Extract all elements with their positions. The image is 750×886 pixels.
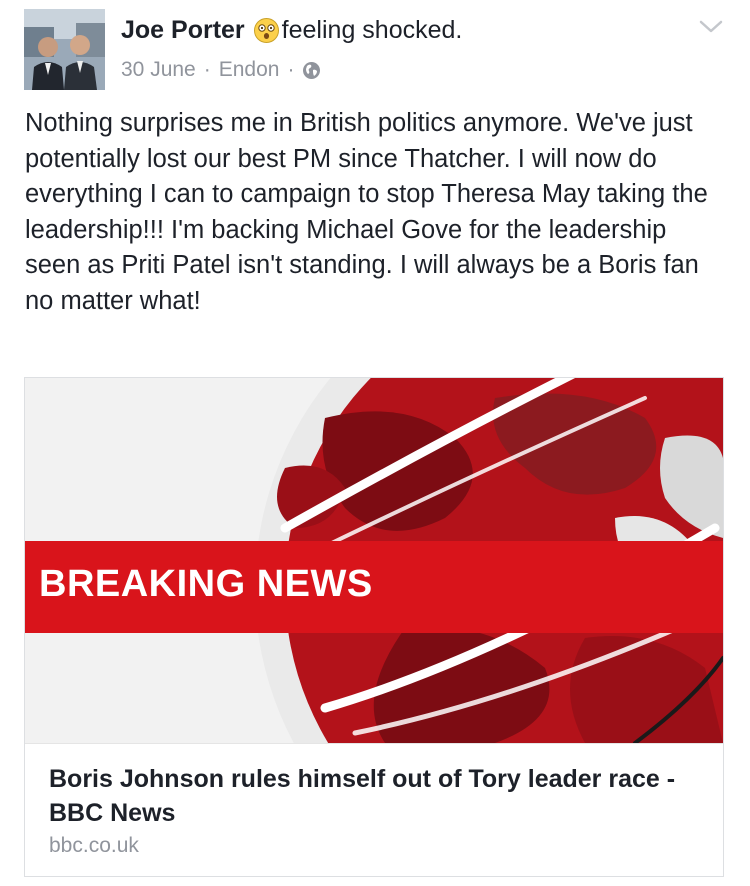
meta-separator: · [287,58,295,81]
link-preview-image[interactable]: BREAKING NEWS [25,378,723,743]
link-headline[interactable]: Boris Johnson rules himself out of Tory … [49,762,699,830]
post-meta: 30 June · Endon · [121,56,321,84]
link-preview-card[interactable]: BREAKING NEWS Boris Johnson rules himsel… [24,377,724,877]
avatar-photo [24,9,105,90]
facebook-post: Joe Porter feeling shocked. 30 June · En… [0,0,750,886]
post-location[interactable]: Endon [219,58,280,82]
meta-separator: · [203,58,211,81]
link-preview-footer[interactable]: Boris Johnson rules himself out of Tory … [25,743,723,876]
breaking-news-label: BREAKING NEWS [39,563,373,605]
post-body-text: Nothing surprises me in British politics… [25,109,708,315]
post-date[interactable]: 30 June [121,58,196,82]
author-avatar[interactable] [24,9,105,90]
breaking-news-banner: BREAKING NEWS [25,541,723,633]
chevron-down-icon[interactable] [698,18,724,36]
link-domain: bbc.co.uk [49,834,139,857]
post-header: Joe Porter feeling shocked. [121,13,462,47]
globe-icon[interactable] [302,61,321,80]
feeling-status[interactable]: feeling shocked. [282,16,463,45]
shocked-face-icon [253,17,280,44]
author-name[interactable]: Joe Porter [121,16,245,45]
